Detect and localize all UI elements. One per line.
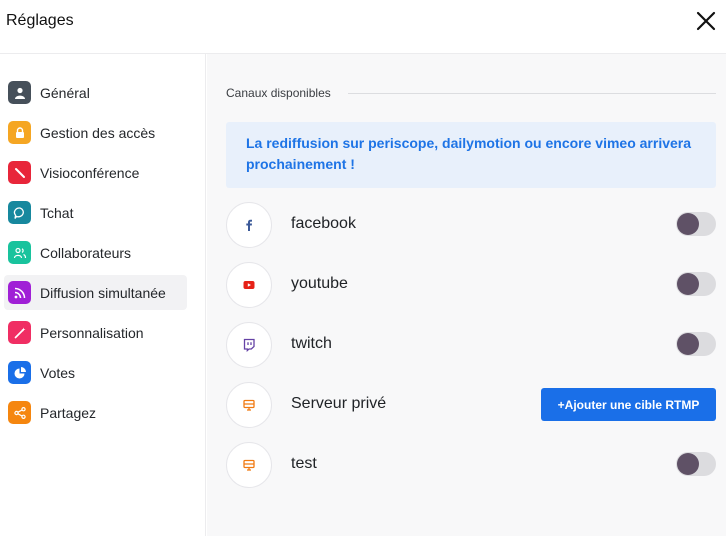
sidebar-item-label: Visioconférence [40,164,140,181]
channel-name: Serveur privé [291,395,387,412]
close-icon [696,11,716,31]
sidebar-item-videoconference[interactable]: Visioconférence [4,155,187,190]
sidebar-item-collaborators[interactable]: Collaborateurs [4,235,187,270]
user-icon [8,81,31,104]
chat-icon [8,201,31,224]
channel-name: facebook [291,215,356,232]
twitch-toggle[interactable] [676,332,716,356]
channel-name: youtube [291,275,348,292]
channel-row-youtube: youtube [226,262,716,310]
channel-row-facebook: facebook [226,202,716,250]
sidebar-item-access[interactable]: Gestion des accès [4,115,187,150]
channel-row-test: test [226,442,716,490]
facebook-toggle[interactable] [676,212,716,236]
sidebar-item-label: Général [40,84,90,101]
toggle-knob [677,213,699,235]
sidebar-item-simulcast[interactable]: Diffusion simultanée [4,275,187,310]
pie-chart-icon [8,361,31,384]
server-icon [226,442,272,488]
share-icon [8,401,31,424]
sidebar-item-chat[interactable]: Tchat [4,195,187,230]
magic-wand-icon [8,321,31,344]
channel-name: test [291,455,317,472]
settings-sidebar: Général Gestion des accès Visioconférenc… [0,54,206,536]
twitch-icon [226,322,272,368]
page-title: Réglages [6,12,74,29]
toggle-knob [677,453,699,475]
add-rtmp-target-button[interactable]: +Ajouter une cible RTMP [541,388,716,421]
sidebar-item-share[interactable]: Partagez [4,395,187,430]
toggle-knob [677,333,699,355]
lock-icon [8,121,31,144]
test-toggle[interactable] [676,452,716,476]
sidebar-item-label: Tchat [40,204,74,221]
settings-header: Réglages [0,0,726,54]
channel-row-private-server: Serveur privé +Ajouter une cible RTMP [226,382,716,430]
sidebar-item-label: Votes [40,364,76,381]
users-icon [8,241,31,264]
server-icon [226,382,272,428]
phone-icon [8,161,31,184]
sidebar-item-label: Gestion des accès [40,124,156,141]
section-divider [348,93,716,94]
sidebar-item-label: Diffusion simultanée [40,284,166,301]
youtube-toggle[interactable] [676,272,716,296]
channel-name: twitch [291,335,332,352]
sidebar-item-label: Personnalisation [40,324,144,341]
facebook-icon [226,202,272,248]
close-button[interactable] [696,11,716,31]
sidebar-item-label: Partagez [40,404,97,421]
sidebar-item-votes[interactable]: Votes [4,355,187,390]
youtube-icon [226,262,272,308]
sidebar-item-general[interactable]: Général [4,75,187,110]
section-title: Canaux disponibles [226,86,331,100]
toggle-knob [677,273,699,295]
rss-icon [8,281,31,304]
info-notice: La rediffusion sur periscope, dailymotio… [226,122,716,188]
simulcast-panel: Canaux disponibles La rediffusion sur pe… [207,54,726,536]
sidebar-item-customization[interactable]: Personnalisation [4,315,187,350]
sidebar-item-label: Collaborateurs [40,244,132,261]
channel-row-twitch: twitch [226,322,716,370]
